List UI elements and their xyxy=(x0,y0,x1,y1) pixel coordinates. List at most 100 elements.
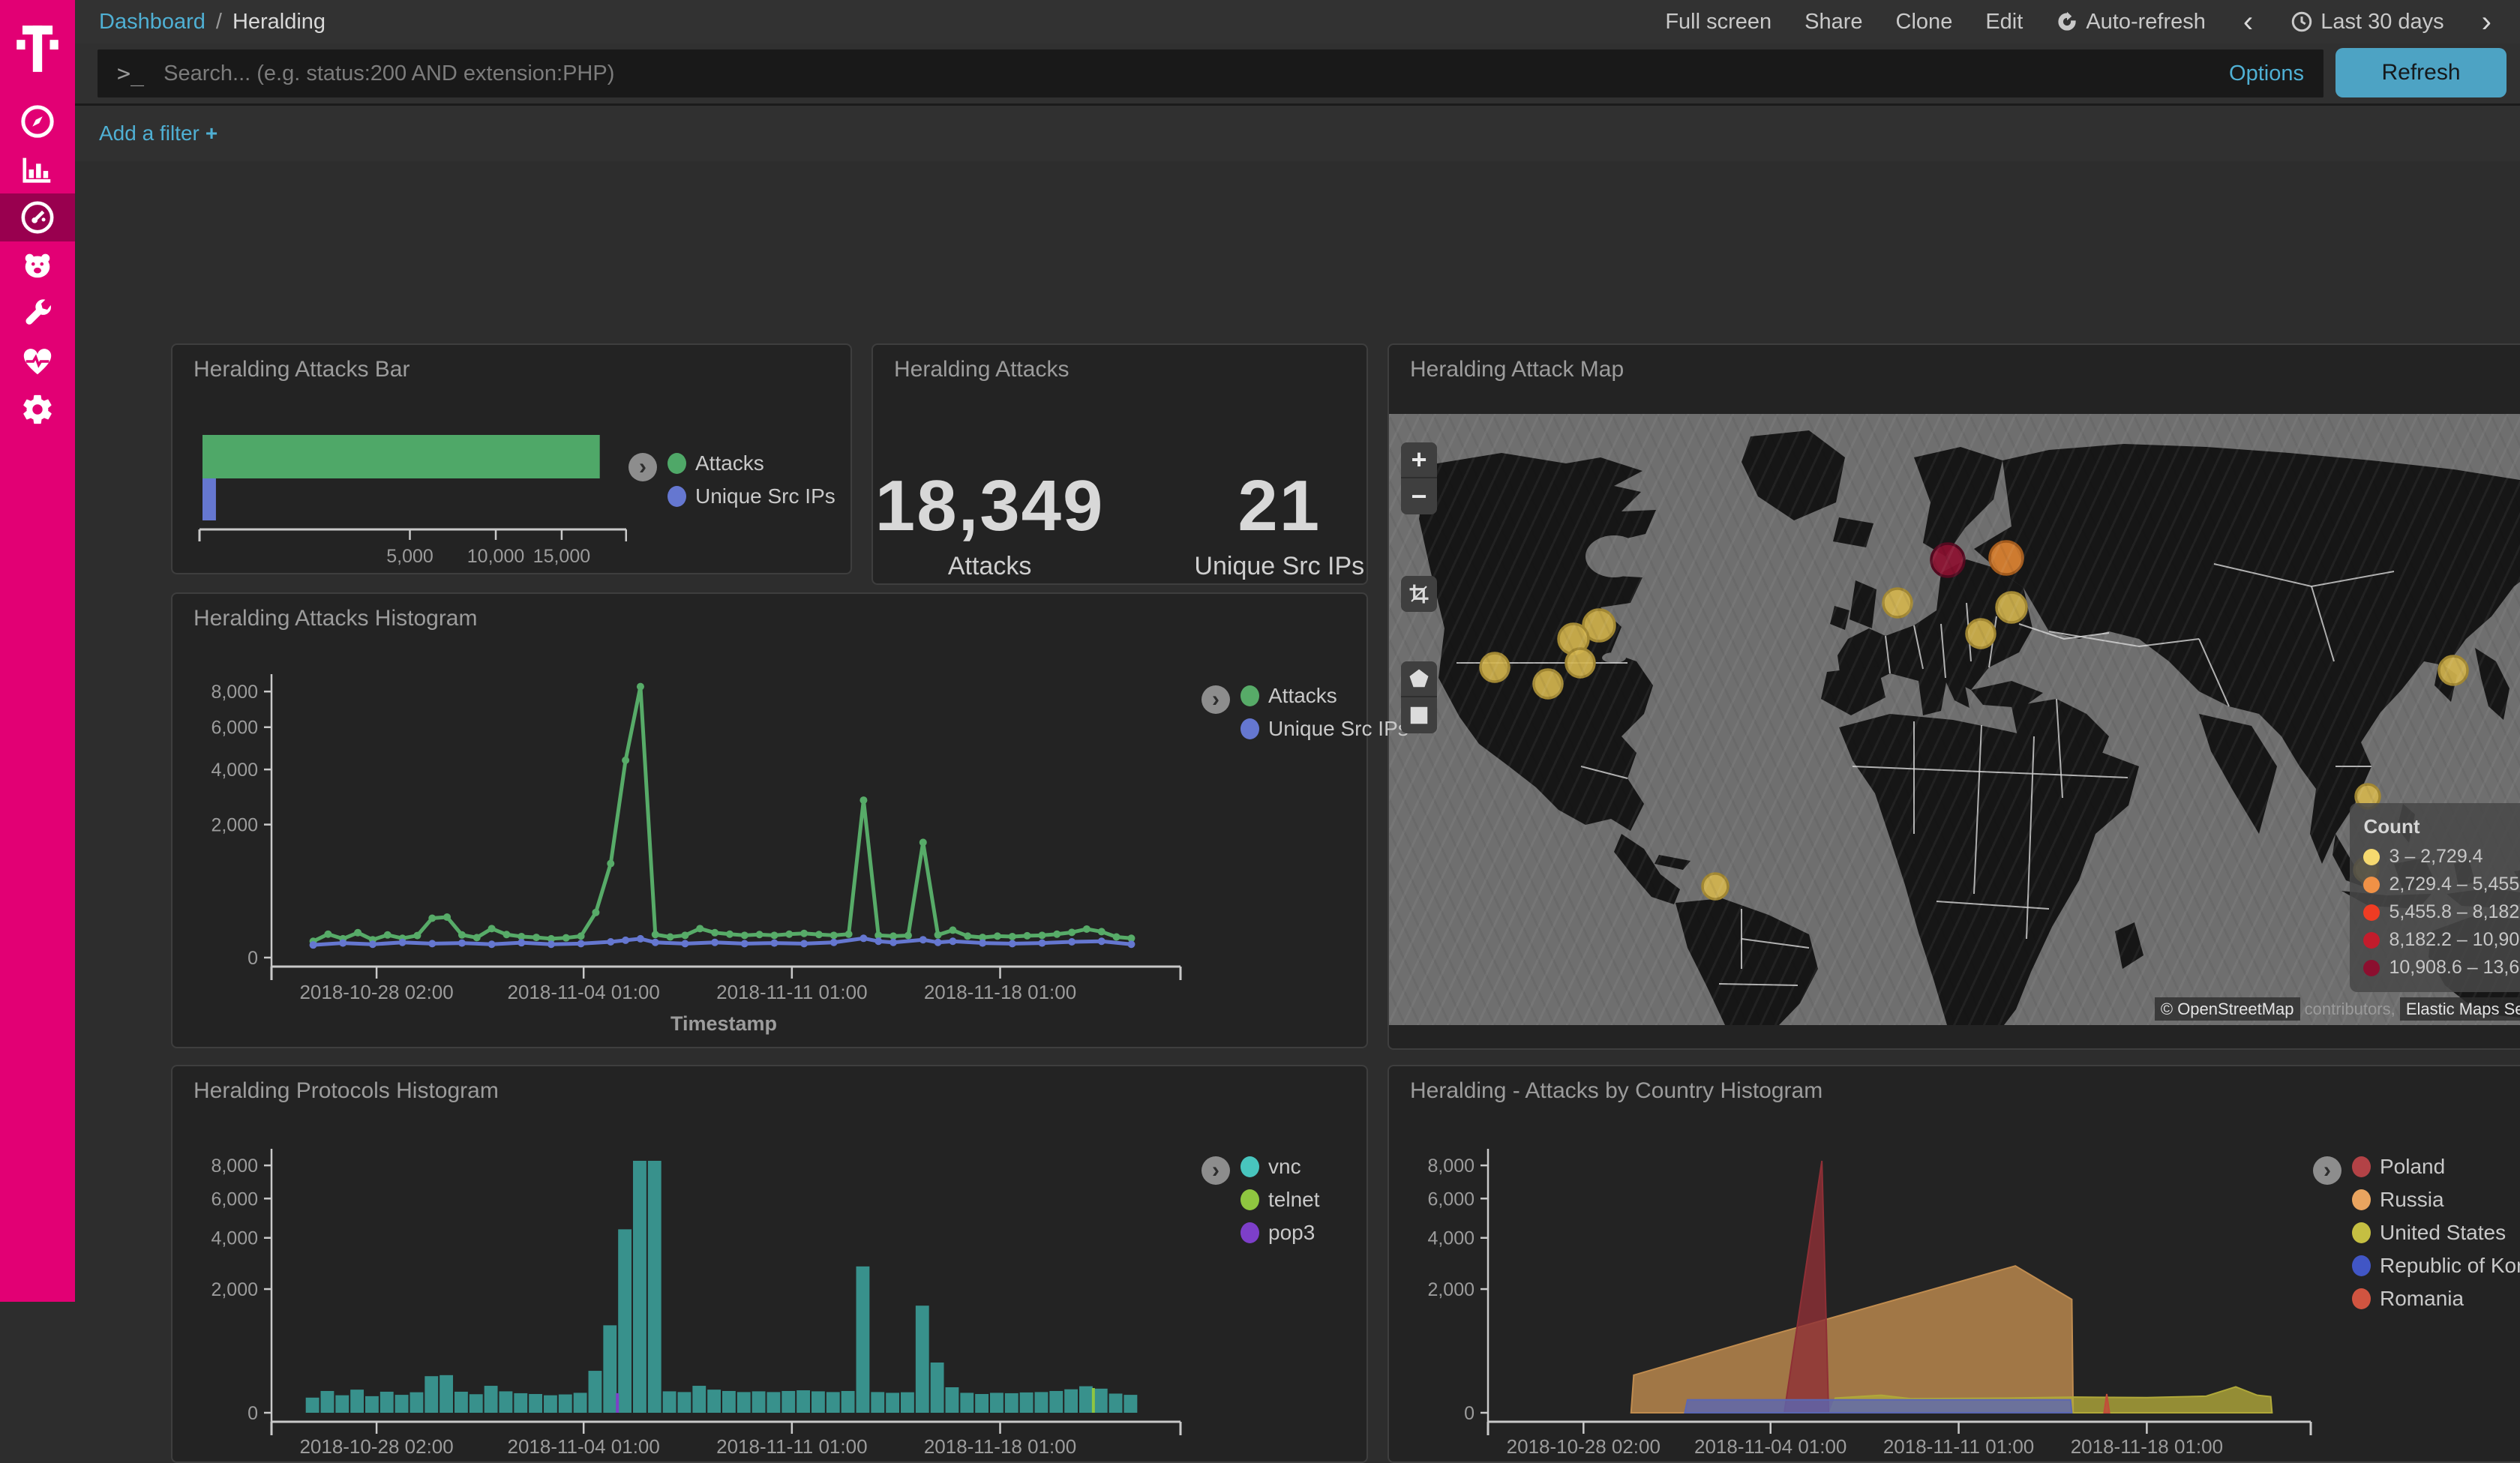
legend-color-dot xyxy=(1240,685,1259,706)
legend-item[interactable]: Republic of Korea xyxy=(2352,1254,2520,1278)
time-forward-button[interactable]: › xyxy=(2477,7,2496,37)
legend-color-dot xyxy=(1240,1189,1259,1210)
heartbeat-icon xyxy=(20,344,55,379)
sidebar-item-apps[interactable] xyxy=(0,241,75,289)
clone-button[interactable]: Clone xyxy=(1896,10,1953,34)
full-screen-button[interactable]: Full screen xyxy=(1665,10,1772,34)
attack-location-marker xyxy=(1566,649,1594,677)
t-logo-icon xyxy=(14,22,61,76)
legend-color-dot xyxy=(2352,1156,2371,1177)
svg-text:4,000: 4,000 xyxy=(1427,1228,1474,1249)
legend-color-dot xyxy=(2352,1255,2371,1276)
legend-color-dot xyxy=(2352,1222,2371,1243)
plus-icon: + xyxy=(206,121,218,145)
legend-collapse-button[interactable]: › xyxy=(628,453,657,481)
legend-collapse-button[interactable]: › xyxy=(1202,1156,1230,1185)
barchart-icon xyxy=(20,152,55,187)
legend-item[interactable]: Unique Src IPs xyxy=(668,484,836,508)
legend-label: Unique Src IPs xyxy=(1268,717,1408,741)
legend-item[interactable]: Russia xyxy=(2352,1188,2520,1212)
legend-label: Attacks xyxy=(695,451,764,475)
crop-filter-button[interactable] xyxy=(1401,576,1437,612)
zoom-in-button[interactable]: + xyxy=(1401,442,1437,478)
gear-icon xyxy=(20,392,55,427)
map-legend-range: 2,729.4 – 5,455.8 xyxy=(2389,874,2520,895)
telekom-logo[interactable] xyxy=(0,0,75,97)
svg-text:2018-11-04 01:00: 2018-11-04 01:00 xyxy=(1694,1435,1846,1458)
svg-text:2,000: 2,000 xyxy=(1427,1279,1474,1300)
map-legend-item: 5,455.8 – 8,182.2 xyxy=(2363,901,2520,923)
options-link[interactable]: Options xyxy=(2229,61,2304,86)
sidebar-item-monitoring[interactable] xyxy=(0,337,75,385)
panel-title: Heralding Attack Map xyxy=(1410,357,1624,382)
sidebar-item-dashboard[interactable] xyxy=(0,193,75,241)
legend-collapse-button[interactable]: › xyxy=(1202,685,1230,714)
map-legend-item: 2,729.4 – 5,455.8 xyxy=(2363,874,2520,895)
filter-bar: Add a filter+ xyxy=(75,106,2520,161)
map-legend-dot xyxy=(2363,849,2380,865)
legend-color-dot xyxy=(1240,1222,1259,1243)
add-filter-link[interactable]: Add a filter+ xyxy=(99,121,218,145)
map-legend-item: 10,908.6 – 13,635 xyxy=(2363,957,2520,979)
map-legend-dot xyxy=(2363,904,2380,921)
legend-item[interactable]: Attacks xyxy=(668,451,836,475)
legend-color-dot xyxy=(668,486,686,507)
legend-item[interactable]: pop3 xyxy=(1240,1221,1320,1245)
legend-color-dot xyxy=(1240,718,1259,739)
metric-values: 18,349 Attacks 21 Unique Src IPs xyxy=(873,465,1366,581)
svg-text:4,000: 4,000 xyxy=(211,760,258,781)
legend-item[interactable]: vnc xyxy=(1240,1155,1320,1179)
attack-location-marker xyxy=(1996,592,2026,622)
breadcrumb-dashboard-link[interactable]: Dashboard xyxy=(99,10,206,34)
svg-text:5,000: 5,000 xyxy=(386,546,434,567)
svg-text:0: 0 xyxy=(248,1403,258,1424)
share-button[interactable]: Share xyxy=(1804,10,1862,34)
rectangle-icon xyxy=(1408,704,1430,727)
legend-collapse-button[interactable]: › xyxy=(2313,1156,2342,1185)
legend-color-dot xyxy=(2352,1189,2371,1210)
bear-icon xyxy=(20,248,55,283)
panel-title: Heralding Attacks Bar xyxy=(194,357,410,382)
sidebar-item-dev-tools[interactable] xyxy=(0,289,75,337)
osm-link[interactable]: OpenStreetMap xyxy=(2177,1000,2294,1018)
breadcrumb: Dashboard / Heralding xyxy=(99,10,326,34)
attack-location-marker xyxy=(1480,653,1509,682)
auto-refresh-button[interactable]: Auto-refresh xyxy=(2056,10,2206,34)
map-legend-dot xyxy=(2363,960,2380,976)
legend-title: Count xyxy=(2363,815,2520,838)
world-map[interactable]: + − Co xyxy=(1389,414,2520,1025)
legend-item[interactable]: Attacks xyxy=(1240,684,1408,708)
draw-polygon-button[interactable] xyxy=(1401,661,1437,697)
time-back-button[interactable]: ‹ xyxy=(2239,7,2258,37)
query-prompt-icon: >_ xyxy=(117,61,144,87)
refresh-button[interactable]: Refresh xyxy=(2336,48,2506,97)
map-zoom-controls: + − xyxy=(1401,442,1437,514)
legend-color-dot xyxy=(668,453,686,474)
legend-item[interactable]: United States xyxy=(2352,1221,2520,1245)
svg-text:6,000: 6,000 xyxy=(211,1189,258,1210)
sidebar-item-visualize[interactable] xyxy=(0,145,75,193)
legend-color-dot xyxy=(1240,1156,1259,1177)
time-range-picker[interactable]: Last 30 days xyxy=(2290,10,2444,34)
draw-rectangle-button[interactable] xyxy=(1401,697,1437,733)
legend-color-dot xyxy=(2352,1288,2371,1309)
gauge-icon xyxy=(20,200,55,235)
search-input[interactable] xyxy=(164,61,2214,86)
clock-icon xyxy=(2290,10,2313,33)
map-legend-dot xyxy=(2363,932,2380,949)
legend-item[interactable]: Romania xyxy=(2352,1287,2520,1311)
legend-item[interactable]: Poland xyxy=(2352,1155,2520,1179)
svg-text:2018-11-11 01:00: 2018-11-11 01:00 xyxy=(1883,1435,2034,1458)
legend-item[interactable]: Unique Src IPs xyxy=(1240,717,1408,741)
chart-legend: › vnc telnet pop3 xyxy=(1202,1155,1320,1245)
svg-text:2018-11-04 01:00: 2018-11-04 01:00 xyxy=(507,1435,659,1458)
ems-link[interactable]: Elastic Maps Service xyxy=(2400,997,2520,1021)
sidebar-item-management[interactable] xyxy=(0,385,75,433)
protocols-bar-chart: 02,0004,0006,0008,0002018-10-28 02:00201… xyxy=(172,1066,1192,1462)
legend-item[interactable]: telnet xyxy=(1240,1188,1320,1212)
metric-label: Attacks xyxy=(875,552,1105,581)
legend-label: Attacks xyxy=(1268,684,1337,708)
sidebar-item-discover[interactable] xyxy=(0,97,75,145)
zoom-out-button[interactable]: − xyxy=(1401,478,1437,514)
edit-button[interactable]: Edit xyxy=(1985,10,2023,34)
